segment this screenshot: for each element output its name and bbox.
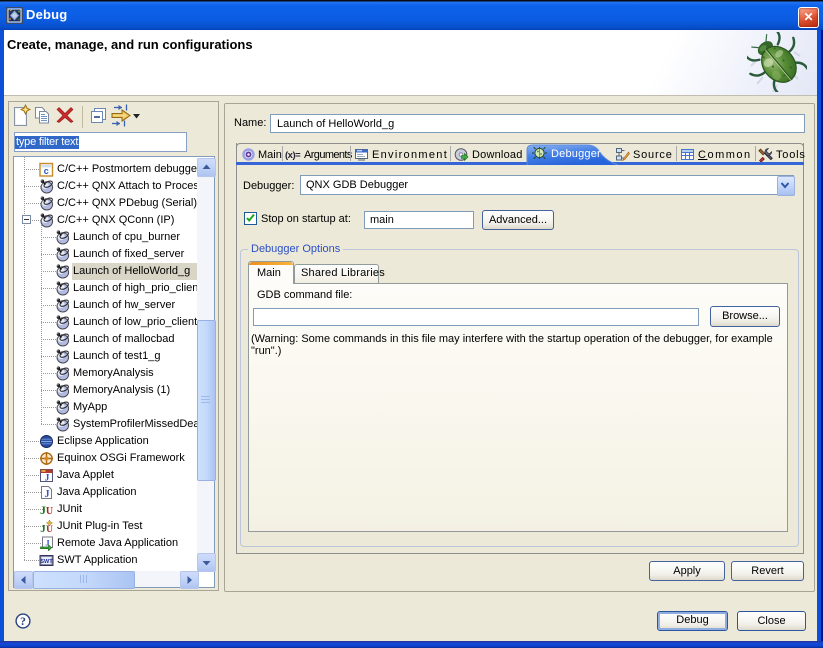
- svg-text:?: ?: [20, 616, 26, 628]
- svg-text:SWT: SWT: [40, 559, 53, 565]
- svg-text:U: U: [46, 506, 53, 517]
- svg-text:J: J: [45, 474, 50, 484]
- svg-text:J: J: [45, 489, 50, 500]
- svg-text:c: c: [44, 166, 49, 176]
